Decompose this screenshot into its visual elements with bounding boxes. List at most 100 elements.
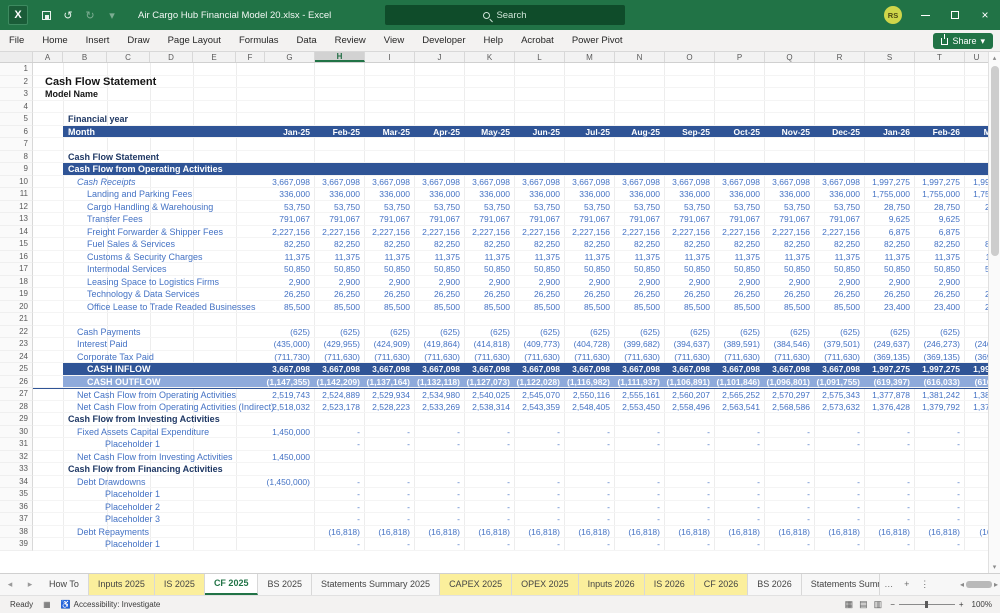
ribbon-tab-view[interactable]: View	[375, 30, 413, 51]
cell-I10[interactable]: 3,667,098	[365, 175, 415, 187]
cell-T11[interactable]: 1,755,000	[915, 188, 965, 200]
cell-J33[interactable]	[415, 463, 465, 475]
ribbon-tab-power-pivot[interactable]: Power Pivot	[563, 30, 632, 51]
cell-H18[interactable]: 2,900	[315, 275, 365, 287]
cell-R1[interactable]	[815, 63, 865, 75]
cell-K37[interactable]: -	[465, 513, 515, 525]
cell-N11[interactable]: 336,000	[615, 188, 665, 200]
cell-Q36[interactable]: -	[765, 500, 815, 512]
row-header-15[interactable]: 15	[0, 238, 33, 251]
cell-H10[interactable]: 3,667,098	[315, 175, 365, 187]
cell-H19[interactable]: 26,250	[315, 288, 365, 300]
row-label-11[interactable]: Landing and Parking Fees	[33, 188, 265, 200]
cell-T21[interactable]	[915, 313, 965, 325]
cell-H12[interactable]: 53,750	[315, 200, 365, 212]
row-header-24[interactable]: 24	[0, 350, 33, 363]
cell-J30[interactable]: -	[415, 425, 465, 437]
cell-T31[interactable]: -	[915, 438, 965, 450]
cell-K35[interactable]: -	[465, 488, 515, 500]
cell-I34[interactable]: -	[365, 475, 415, 487]
row-label-25[interactable]: CASH INFLOW	[33, 363, 265, 375]
cell-G30[interactable]: 1,450,000	[265, 425, 315, 437]
cell-H28[interactable]: 2,523,178	[315, 400, 365, 412]
cell-Q14[interactable]: 2,227,156	[765, 225, 815, 237]
cell-H2[interactable]	[315, 75, 365, 87]
cell-G24[interactable]: (711,730)	[265, 350, 315, 362]
row-header-22[interactable]: 22	[0, 325, 33, 338]
cell-M18[interactable]: 2,900	[565, 275, 615, 287]
row-label-37[interactable]: Placeholder 3	[33, 513, 265, 525]
cell-G15[interactable]: 82,250	[265, 238, 315, 250]
row-header-39[interactable]: 39	[0, 538, 33, 551]
cell-T25[interactable]: 1,997,275	[915, 363, 965, 375]
cell-Q15[interactable]: 82,250	[765, 238, 815, 250]
cell-I29[interactable]	[365, 413, 415, 425]
row-label-33[interactable]: Cash Flow from Financing Activities	[33, 463, 265, 475]
cell-K6[interactable]: May-25	[465, 126, 515, 138]
accessibility-status[interactable]: Accessibility: Investigate	[74, 600, 161, 609]
cell-T35[interactable]: -	[915, 488, 965, 500]
cell-I5[interactable]	[365, 113, 415, 125]
cell-I37[interactable]: -	[365, 513, 415, 525]
col-header-C[interactable]: C	[107, 52, 150, 62]
cell-M14[interactable]: 2,227,156	[565, 225, 615, 237]
cell-T15[interactable]: 82,250	[915, 238, 965, 250]
cell-T32[interactable]	[915, 450, 965, 462]
cell-L22[interactable]: (625)	[515, 325, 565, 337]
cell-G8[interactable]	[265, 150, 315, 162]
cell-L2[interactable]	[515, 75, 565, 87]
row-header-25[interactable]: 25	[0, 363, 33, 376]
cell-J32[interactable]	[415, 450, 465, 462]
row-header-12[interactable]: 12	[0, 200, 33, 213]
cell-J15[interactable]: 82,250	[415, 238, 465, 250]
cell-O34[interactable]: -	[665, 475, 715, 487]
col-header-N[interactable]: N	[615, 52, 665, 62]
cell-G39[interactable]	[265, 538, 315, 550]
cell-U36[interactable]: -	[965, 501, 988, 513]
cell-H9[interactable]	[315, 163, 365, 175]
row-header-16[interactable]: 16	[0, 250, 33, 263]
col-header-K[interactable]: K	[465, 52, 515, 62]
cell-S39[interactable]: -	[865, 538, 915, 550]
cell-M20[interactable]: 85,500	[565, 300, 615, 312]
cell-U39[interactable]: -	[965, 538, 988, 550]
cell-H33[interactable]	[315, 463, 365, 475]
cell-P7[interactable]	[715, 138, 765, 150]
cell-J16[interactable]: 11,375	[415, 250, 465, 262]
col-header-R[interactable]: R	[815, 52, 865, 62]
cell-R33[interactable]	[815, 463, 865, 475]
cell-G4[interactable]	[265, 100, 315, 112]
cell-O36[interactable]: -	[665, 500, 715, 512]
cell-P2[interactable]	[715, 75, 765, 87]
cell-M38[interactable]: (16,818)	[565, 525, 615, 537]
cell-T7[interactable]	[915, 138, 965, 150]
cell-O19[interactable]: 26,250	[665, 288, 715, 300]
sheet-tab-bs-2026[interactable]: BS 2026	[748, 573, 802, 595]
cell-O31[interactable]: -	[665, 438, 715, 450]
row-header-20[interactable]: 20	[0, 300, 33, 313]
cell-N7[interactable]	[615, 138, 665, 150]
cell-I33[interactable]	[365, 463, 415, 475]
cell-G36[interactable]	[265, 500, 315, 512]
cell-H5[interactable]	[315, 113, 365, 125]
cell-R34[interactable]: -	[815, 475, 865, 487]
sheet-nav-next[interactable]: ▸	[20, 574, 40, 595]
cell-I2[interactable]	[365, 75, 415, 87]
cell-L15[interactable]: 82,250	[515, 238, 565, 250]
cell-U34[interactable]: -	[965, 476, 988, 488]
cell-M34[interactable]: -	[565, 475, 615, 487]
cell-J25[interactable]: 3,667,098	[415, 363, 465, 375]
cell-Q17[interactable]: 50,850	[765, 263, 815, 275]
cell-S23[interactable]: (249,637)	[865, 338, 915, 350]
cell-L3[interactable]	[515, 88, 565, 100]
cell-K18[interactable]: 2,900	[465, 275, 515, 287]
cell-G20[interactable]: 85,500	[265, 300, 315, 312]
cell-K3[interactable]	[465, 88, 515, 100]
cell-Q39[interactable]: -	[765, 538, 815, 550]
cell-J28[interactable]: 2,533,269	[415, 400, 465, 412]
cell-K1[interactable]	[465, 63, 515, 75]
cell-M2[interactable]	[565, 75, 615, 87]
cell-J34[interactable]: -	[415, 475, 465, 487]
cell-L7[interactable]	[515, 138, 565, 150]
cell-T23[interactable]: (246,273)	[915, 338, 965, 350]
